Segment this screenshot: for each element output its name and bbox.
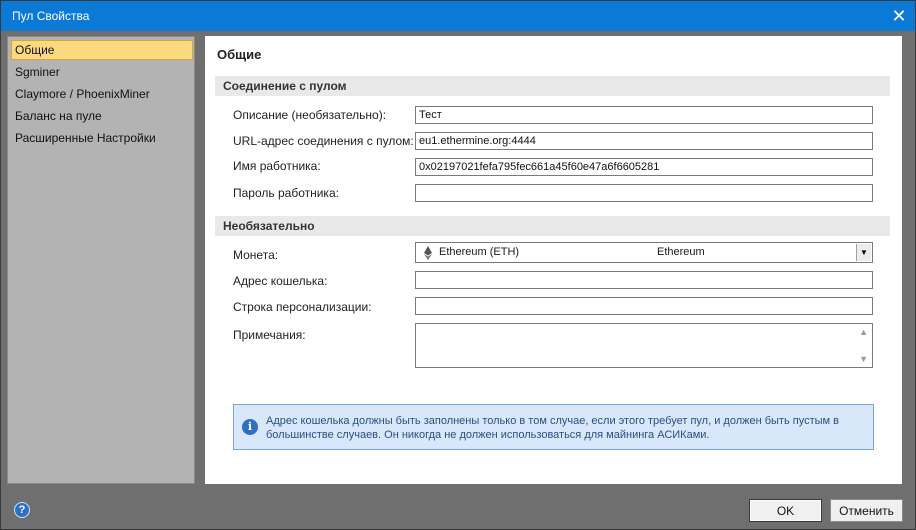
ok-button[interactable]: OK [749, 499, 822, 522]
coin-name: Ethereum [657, 246, 705, 258]
close-icon: ✕ [891, 6, 907, 26]
info-text: Адрес кошелька должны быть заполнены тол… [266, 415, 839, 441]
notes-label: Примечания: [233, 328, 306, 342]
scroll-up-icon[interactable]: ▲ [859, 327, 868, 337]
cancel-button[interactable]: Отменить [830, 499, 903, 522]
info-icon: i [242, 419, 258, 435]
coin-select[interactable]: Ethereum (ETH) Ethereum ▼ [415, 242, 873, 263]
content-scrollbar-area [902, 36, 912, 484]
wallet-label: Адрес кошелька: [233, 274, 328, 288]
title-bar[interactable]: Пул Свойства ✕ [1, 1, 915, 31]
coin-symbol: Ethereum (ETH) [439, 246, 520, 258]
notes-scrollbar[interactable]: ▲ ▼ [857, 324, 872, 367]
sidebar-item-sgminer[interactable]: Sgminer [11, 62, 193, 82]
password-input[interactable] [415, 184, 873, 202]
chevron-down-icon: ▼ [860, 248, 868, 257]
password-label: Пароль работника: [233, 186, 339, 200]
url-label: URL-адрес соединения с пулом: [233, 134, 414, 148]
ethereum-icon [424, 246, 432, 260]
description-label: Описание (необязательно): [233, 108, 387, 122]
sidebar-item-advanced[interactable]: Расширенные Настройки [11, 128, 193, 148]
worker-label: Имя работника: [233, 159, 321, 173]
description-input[interactable] [415, 106, 873, 124]
coin-dropdown-button[interactable]: ▼ [856, 244, 871, 261]
pool-properties-window: Пул Свойства ✕ Общие Sgminer Claymore / … [0, 0, 916, 530]
info-message: i Адрес кошелька должны быть заполнены т… [233, 404, 874, 450]
window-title: Пул Свойства [12, 9, 90, 23]
help-icon[interactable]: ? [14, 502, 30, 518]
sidebar: Общие Sgminer Claymore / PhoenixMiner Ба… [7, 36, 195, 484]
coin-label: Монета: [233, 248, 279, 262]
dialog-footer: ? OK Отменить [1, 489, 915, 529]
personalization-label: Строка персонализации: [233, 300, 372, 314]
sidebar-item-general[interactable]: Общие [11, 40, 193, 60]
scroll-down-icon[interactable]: ▼ [859, 354, 868, 364]
sidebar-item-claymore[interactable]: Claymore / PhoenixMiner [11, 84, 193, 104]
worker-input[interactable] [415, 158, 873, 176]
page-title: Общие [217, 47, 262, 62]
wallet-input[interactable] [415, 271, 873, 289]
close-button[interactable]: ✕ [889, 6, 909, 26]
section-connection-header: Соединение с пулом [215, 76, 890, 96]
content-panel: Общие Соединение с пулом Описание (необя… [205, 36, 902, 484]
sidebar-item-pool-balance[interactable]: Баланс на пуле [11, 106, 193, 126]
notes-textarea[interactable]: ▲ ▼ [415, 323, 873, 368]
url-input[interactable] [415, 132, 873, 150]
personalization-input[interactable] [415, 297, 873, 315]
section-optional-header: Необязательно [215, 216, 890, 236]
